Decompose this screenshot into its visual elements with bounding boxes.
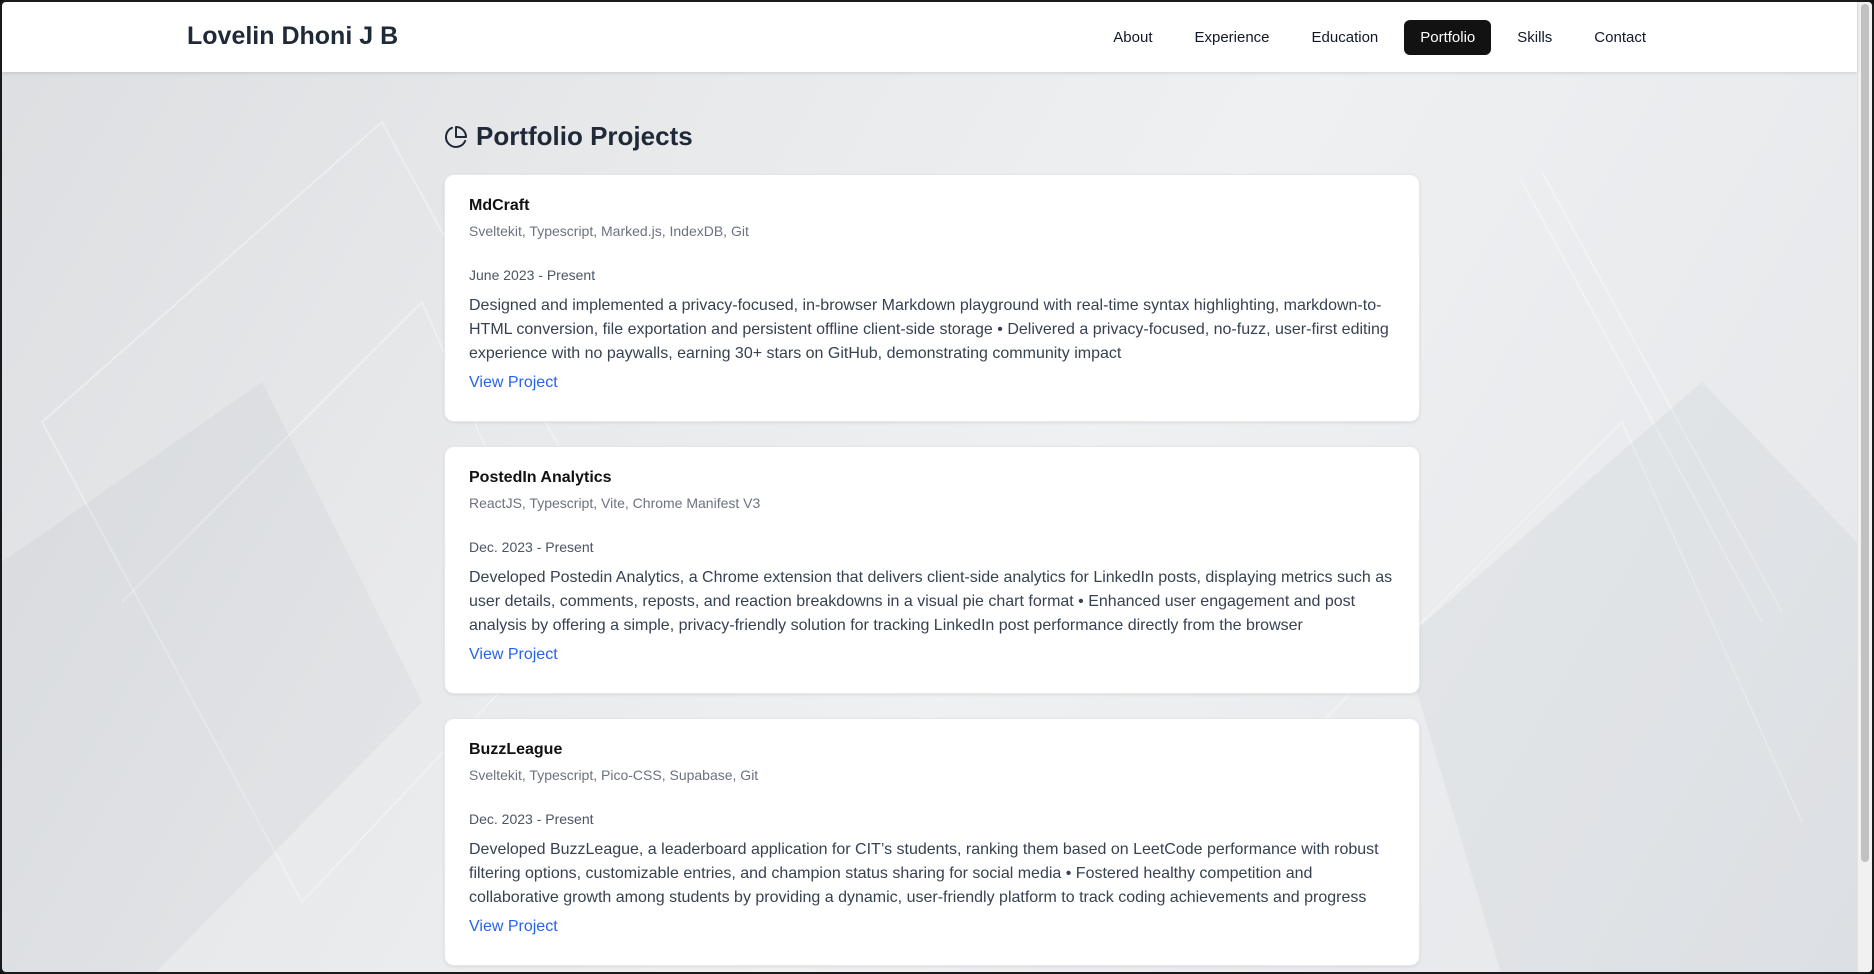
project-card-mdcraft: MdCraft Sveltekit, Typescript, Marked.js…: [444, 174, 1420, 422]
browser-viewport: Lovelin Dhoni J B About Experience Educa…: [0, 0, 1874, 974]
scrollbar-thumb[interactable]: [1861, 4, 1869, 862]
project-title: MdCraft: [469, 197, 530, 214]
site-brand[interactable]: Lovelin Dhoni J B: [187, 22, 398, 51]
project-date: Dec. 2023 - Present: [469, 539, 594, 555]
top-navbar: Lovelin Dhoni J B About Experience Educa…: [2, 2, 1857, 72]
nav-education[interactable]: Education: [1296, 20, 1395, 55]
project-tech-stack: ReactJS, Typescript, Vite, Chrome Manife…: [469, 495, 761, 511]
section-title: Portfolio Projects: [476, 121, 693, 151]
project-tech-stack: Sveltekit, Typescript, Marked.js, IndexD…: [469, 223, 749, 239]
nav-portfolio[interactable]: Portfolio: [1404, 20, 1492, 55]
main-nav: About Experience Education Portfolio Ski…: [1097, 20, 1662, 55]
project-title: PostedIn Analytics: [469, 469, 612, 486]
project-date: June 2023 - Present: [469, 267, 596, 283]
project-card-buzzleague: BuzzLeague Sveltekit, Typescript, Pico-C…: [444, 718, 1420, 966]
view-project-link[interactable]: View Project: [469, 646, 558, 664]
view-project-link[interactable]: View Project: [469, 918, 558, 936]
project-card-postedin-analytics: PostedIn Analytics ReactJS, Typescript, …: [444, 446, 1420, 694]
nav-experience[interactable]: Experience: [1178, 20, 1285, 55]
view-project-link[interactable]: View Project: [469, 374, 558, 392]
section-heading: Portfolio Projects: [444, 121, 1420, 152]
nav-skills[interactable]: Skills: [1501, 20, 1568, 55]
portfolio-section: Portfolio Projects MdCraft Sveltekit, Ty…: [444, 72, 1420, 972]
nav-contact[interactable]: Contact: [1578, 20, 1662, 55]
project-description: Developed BuzzLeague, a leaderboard appl…: [469, 841, 1379, 906]
project-date: Dec. 2023 - Present: [469, 811, 594, 827]
pie-chart-icon: [445, 125, 467, 148]
vertical-scrollbar[interactable]: [1857, 2, 1872, 972]
project-tech-stack: Sveltekit, Typescript, Pico-CSS, Supabas…: [469, 767, 759, 783]
project-description: Developed Postedin Analytics, a Chrome e…: [469, 569, 1393, 634]
project-title: BuzzLeague: [469, 741, 563, 758]
nav-about[interactable]: About: [1097, 20, 1168, 55]
project-description: Designed and implemented a privacy-focus…: [469, 297, 1389, 362]
